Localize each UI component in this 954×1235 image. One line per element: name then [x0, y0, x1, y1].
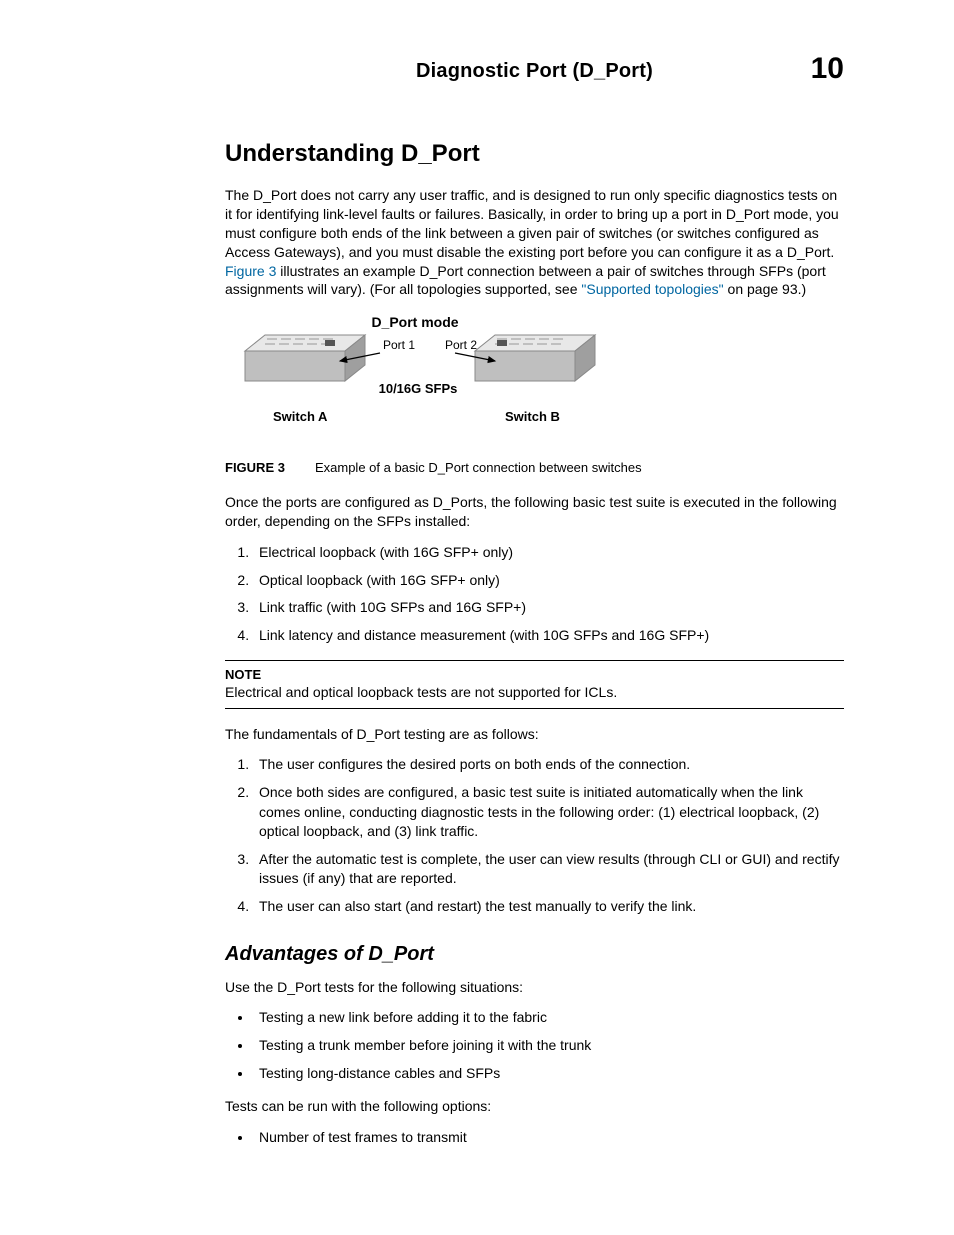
options-intro: Tests can be run with the following opti… — [225, 1097, 844, 1116]
header-title: Diagnostic Port (D_Port) — [225, 60, 844, 83]
note-label: NOTE — [225, 667, 844, 682]
heading-understanding-dport: Understanding D_Port — [225, 140, 844, 168]
list-item: Link latency and distance measurement (w… — [253, 626, 844, 646]
list-item: Number of test frames to transmit — [253, 1128, 844, 1148]
page-header: Diagnostic Port (D_Port) 10 — [225, 60, 844, 100]
page: Diagnostic Port (D_Port) 10 Understandin… — [0, 0, 954, 1235]
list-item: Testing long-distance cables and SFPs — [253, 1064, 844, 1084]
content: Understanding D_Port The D_Port does not… — [225, 140, 844, 1148]
figure-caption-text: Example of a basic D_Port connection bet… — [315, 460, 642, 475]
list-item: Optical loopback (with 16G SFP+ only) — [253, 571, 844, 591]
fundamentals-list: The user configures the desired ports on… — [225, 755, 844, 916]
figure-ref-link[interactable]: Figure 3 — [225, 263, 276, 279]
options-list: Number of test frames to transmit — [225, 1128, 844, 1148]
list-item: Electrical loopback (with 16G SFP+ only) — [253, 543, 844, 563]
list-item: Testing a new link before adding it to t… — [253, 1008, 844, 1028]
text: on page 93.) — [724, 281, 807, 297]
switch-a-label: Switch A — [273, 409, 328, 424]
heading-advantages: Advantages of D_Port — [225, 943, 844, 966]
fundamentals-intro: The fundamentals of D_Port testing are a… — [225, 725, 844, 744]
intro-paragraph: The D_Port does not carry any user traff… — [225, 186, 844, 299]
note-text: Electrical and optical loopback tests ar… — [225, 684, 617, 700]
port1-label: Port 1 — [383, 338, 415, 352]
test-suite-list: Electrical loopback (with 16G SFP+ only)… — [225, 543, 844, 645]
list-item: The user can also start (and restart) th… — [253, 897, 844, 917]
figure-dport-connection: D_Port mode — [225, 313, 844, 448]
text: The D_Port does not carry any user traff… — [225, 187, 839, 260]
port2-label: Port 2 — [445, 338, 477, 352]
switch-b-icon — [475, 335, 595, 381]
list-item: Once both sides are configured, a basic … — [253, 783, 844, 842]
diagram-svg: D_Port mode — [225, 313, 625, 448]
list-item: Testing a trunk member before joining it… — [253, 1036, 844, 1056]
sfps-label: 10/16G SFPs — [379, 381, 458, 396]
advantages-intro: Use the D_Port tests for the following s… — [225, 978, 844, 997]
diagram-title: D_Port mode — [371, 314, 458, 330]
chapter-number: 10 — [811, 52, 844, 86]
situations-list: Testing a new link before adding it to t… — [225, 1008, 844, 1083]
switch-a-icon — [245, 335, 365, 381]
switch-b-label: Switch B — [505, 409, 560, 424]
list-item: Link traffic (with 10G SFPs and 16G SFP+… — [253, 598, 844, 618]
figure-label: FIGURE 3 — [225, 460, 285, 475]
list-item: After the automatic test is complete, th… — [253, 850, 844, 889]
topologies-ref-link[interactable]: "Supported topologies" — [581, 281, 723, 297]
tests-intro: Once the ports are configured as D_Ports… — [225, 493, 844, 531]
figure-caption: FIGURE 3 Example of a basic D_Port connec… — [225, 460, 844, 475]
note-box: NOTE Electrical and optical loopback tes… — [225, 660, 844, 709]
list-item: The user configures the desired ports on… — [253, 755, 844, 775]
